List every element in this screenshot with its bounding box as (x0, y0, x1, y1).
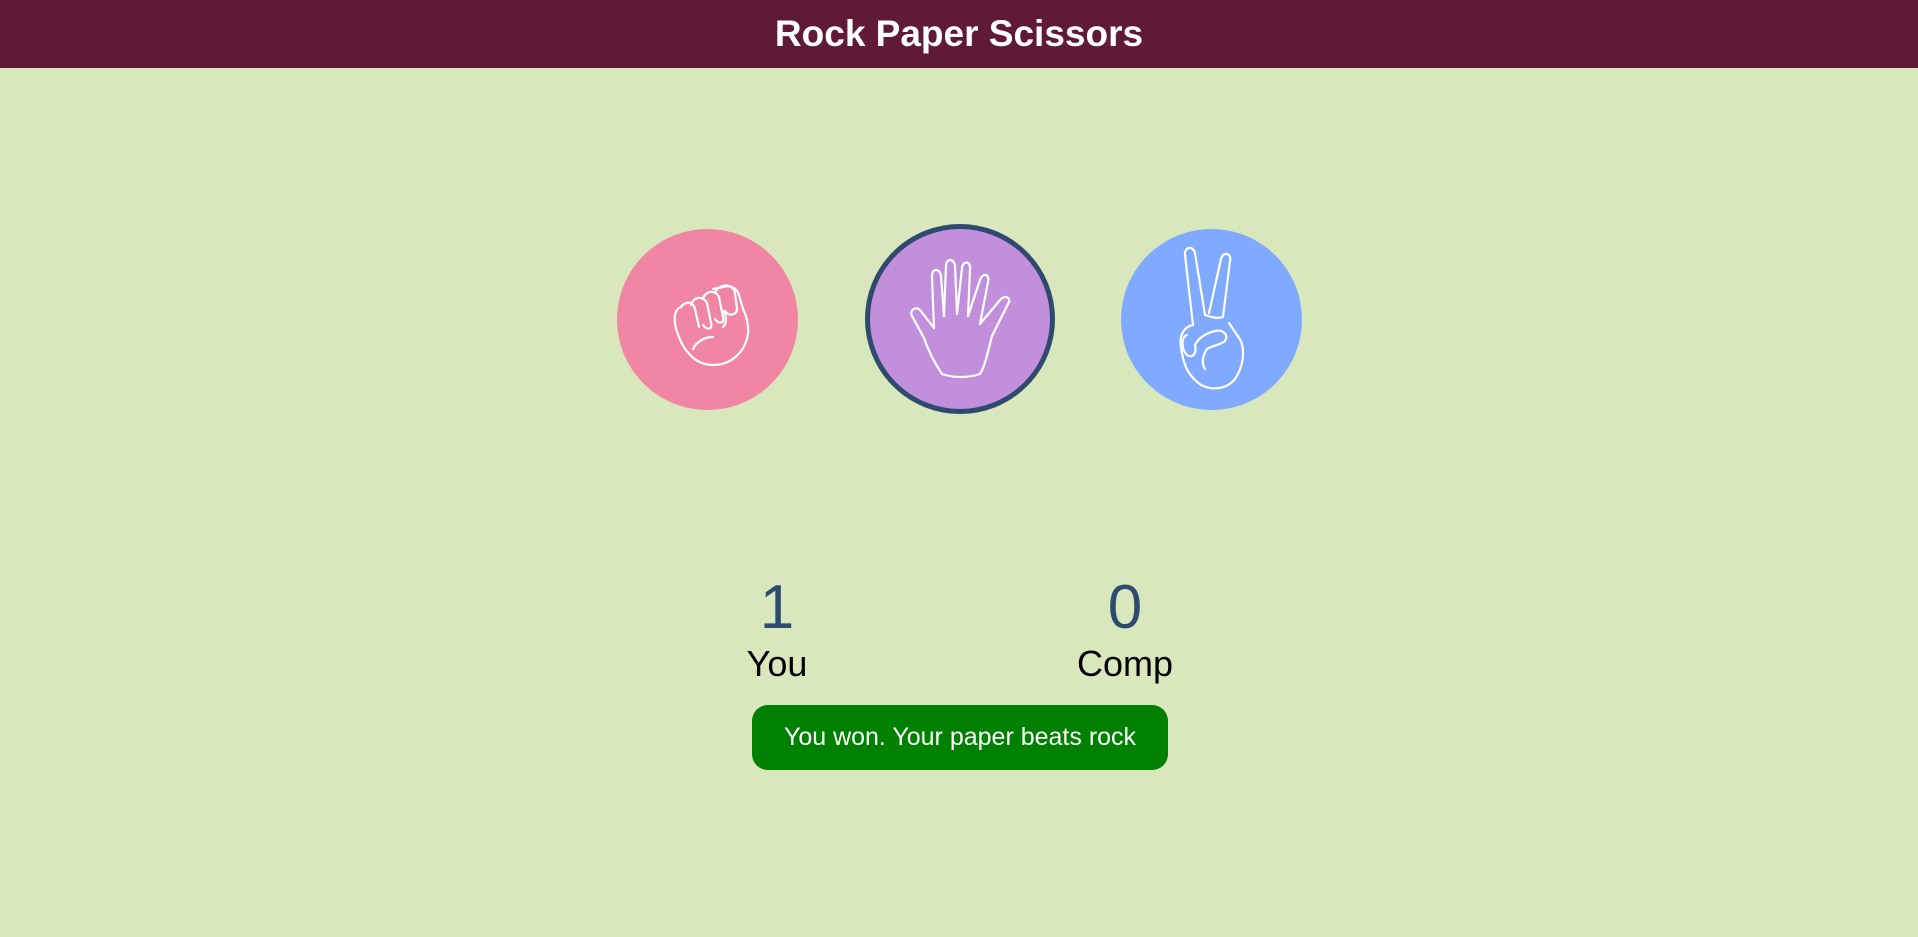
rock-choice-button[interactable] (617, 229, 798, 410)
fist-icon (673, 283, 749, 366)
peace-hand-icon (1178, 246, 1244, 389)
paper-choice-button[interactable] (865, 224, 1055, 414)
result-message: You won. Your paper beats rock (752, 705, 1168, 770)
computer-score-label: Comp (1076, 643, 1174, 684)
computer-score-value: 0 (1107, 573, 1143, 642)
game-board: 1 You 0 Comp You won. Your paper beats r… (0, 0, 1918, 937)
scissors-choice-button[interactable] (1121, 229, 1302, 410)
user-score: 1 You (697, 572, 857, 684)
user-score-value: 1 (759, 573, 795, 642)
user-score-label: You (746, 643, 808, 684)
computer-score: 0 Comp (1045, 572, 1205, 684)
open-hand-icon (910, 258, 1011, 379)
